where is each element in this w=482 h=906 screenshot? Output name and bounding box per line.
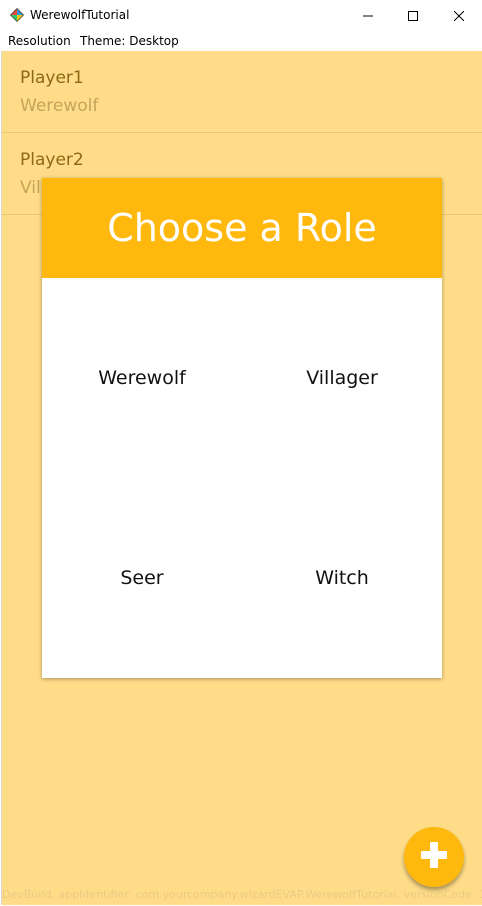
role-option-villager[interactable]: Villager <box>242 278 442 479</box>
plus-icon <box>419 840 449 874</box>
menu-resolution[interactable]: Resolution <box>8 34 71 48</box>
role-option-witch[interactable]: Witch <box>242 478 442 678</box>
close-icon[interactable] <box>436 0 482 32</box>
role-option-werewolf[interactable]: Werewolf <box>42 278 243 479</box>
minimize-icon[interactable] <box>345 0 391 32</box>
choose-role-dialog: Choose a Role Werewolf Villager Seer Wit… <box>42 178 442 678</box>
menu-bar: Resolution Theme: Desktop <box>0 32 482 51</box>
window-title: WerewolfTutorial <box>30 8 130 22</box>
title-bar: WerewolfTutorial <box>0 0 482 32</box>
player-list-item[interactable]: Player1 Werewolf <box>2 51 482 133</box>
player-role: Werewolf <box>20 96 99 116</box>
dialog-header: Choose a Role <box>42 178 442 278</box>
app-icon <box>9 7 25 23</box>
dialog-title: Choose a Role <box>107 206 377 250</box>
build-info: DevBuild, appIdentifier: com.yourcompany… <box>2 888 482 901</box>
menu-theme[interactable]: Theme: Desktop <box>80 34 179 48</box>
app-content: Player1 Werewolf Player2 Villager Choose… <box>1 51 482 905</box>
player-name: Player2 <box>20 150 84 170</box>
maximize-icon[interactable] <box>390 0 436 32</box>
add-player-button[interactable] <box>404 827 464 887</box>
role-option-seer[interactable]: Seer <box>42 478 243 678</box>
player-name: Player1 <box>20 68 84 88</box>
